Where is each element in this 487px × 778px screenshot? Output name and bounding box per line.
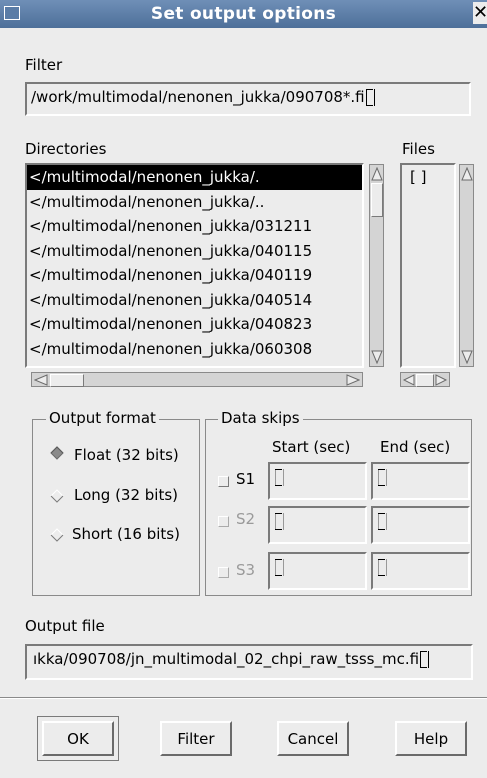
- scroll-down-icon[interactable]: [461, 350, 473, 364]
- output-file-input[interactable]: ıkka/090708/jn_multimodal_02_chpi_raw_ts…: [25, 644, 473, 680]
- files-hscroll-thumb[interactable]: [416, 374, 434, 387]
- radio-short-label[interactable]: Short (16 bits): [72, 525, 180, 543]
- cancel-button[interactable]: Cancel: [277, 721, 349, 756]
- directory-item[interactable]: </multimodal/nenonen_jukka/060308: [27, 337, 362, 362]
- s2-label: S2: [236, 510, 256, 528]
- s1-end-input[interactable]: [371, 462, 470, 500]
- directory-item[interactable]: </multimodal/nenonen_jukka/040119: [27, 263, 362, 288]
- file-item[interactable]: [ ]: [402, 165, 454, 190]
- text-cursor-icon: [275, 469, 284, 486]
- directory-item[interactable]: </multimodal/nenonen_jukka/.: [27, 165, 362, 190]
- text-cursor-icon: [420, 651, 430, 668]
- close-icon[interactable]: ✕: [473, 2, 487, 24]
- directories-label: Directories: [25, 140, 107, 158]
- text-cursor-icon: [378, 513, 387, 530]
- directory-item[interactable]: </multimodal/nenonen_jukka/031211: [27, 214, 362, 239]
- start-header: Start (sec): [272, 438, 351, 456]
- radio-icon[interactable]: [50, 528, 64, 542]
- text-cursor-icon: [378, 469, 387, 486]
- help-button[interactable]: Help: [395, 721, 467, 756]
- scroll-left-icon[interactable]: [34, 374, 48, 386]
- directories-hscrollbar[interactable]: [31, 372, 363, 387]
- filter-input[interactable]: /work/multimodal/nenonen_jukka/090708*.f…: [25, 82, 471, 116]
- files-list[interactable]: [ ]: [400, 163, 456, 368]
- output-file-label: Output file: [25, 617, 105, 635]
- output-file-value: ıkka/090708/jn_multimodal_02_chpi_raw_ts…: [33, 650, 420, 668]
- s2-checkbox[interactable]: [218, 516, 229, 527]
- text-cursor-icon: [378, 559, 387, 576]
- directories-vscroll-thumb[interactable]: [371, 183, 383, 217]
- s2-end-input[interactable]: [371, 506, 470, 544]
- scroll-right-icon[interactable]: [346, 374, 360, 386]
- s3-end-input[interactable]: [371, 552, 470, 590]
- filter-input-value: /work/multimodal/nenonen_jukka/090708*.f…: [31, 88, 365, 106]
- filter-label: Filter: [25, 56, 63, 74]
- directory-item[interactable]: </multimodal/nenonen_jukka/..: [27, 190, 362, 215]
- s1-label: S1: [236, 470, 256, 488]
- s3-start-input[interactable]: [268, 552, 367, 590]
- scroll-right-icon[interactable]: [435, 374, 447, 386]
- filter-button[interactable]: Filter: [160, 721, 232, 756]
- files-label: Files: [402, 140, 435, 158]
- text-cursor-icon: [275, 559, 284, 576]
- s2-start-input[interactable]: [268, 506, 367, 544]
- s3-label: S3: [236, 561, 256, 579]
- directories-list[interactable]: </multimodal/nenonen_jukka/. </multimoda…: [25, 163, 364, 368]
- scroll-up-icon[interactable]: [371, 167, 383, 181]
- text-cursor-icon: [275, 513, 284, 530]
- radio-float-label[interactable]: Float (32 bits): [74, 446, 179, 464]
- end-header: End (sec): [380, 438, 451, 456]
- scroll-up-icon[interactable]: [461, 167, 473, 181]
- ok-button[interactable]: OK: [42, 721, 114, 756]
- files-vscrollbar[interactable]: [459, 164, 474, 367]
- directory-item[interactable]: </multimodal/nenonen_jukka/040115: [27, 239, 362, 264]
- s1-checkbox[interactable]: [218, 476, 229, 487]
- files-hscrollbar[interactable]: [400, 372, 450, 387]
- radio-icon[interactable]: [50, 489, 64, 503]
- title-bar: Set output options ✕: [0, 0, 487, 28]
- scroll-down-icon[interactable]: [371, 350, 383, 364]
- directory-item[interactable]: </multimodal/nenonen_jukka/040514: [27, 288, 362, 313]
- s3-checkbox[interactable]: [218, 567, 229, 578]
- window-title: Set output options: [150, 4, 337, 24]
- directory-item[interactable]: </multimodal/nenonen_jukka/040823: [27, 312, 362, 337]
- directories-vscrollbar[interactable]: [369, 164, 384, 367]
- radio-selected-icon[interactable]: [50, 446, 64, 460]
- scroll-left-icon[interactable]: [403, 374, 415, 386]
- separator: [0, 697, 487, 699]
- s1-start-input[interactable]: [268, 462, 367, 500]
- data-skips-title: Data skips: [218, 409, 303, 427]
- directories-hscroll-thumb[interactable]: [50, 374, 84, 387]
- text-cursor-icon: [365, 89, 375, 106]
- radio-long-label[interactable]: Long (32 bits): [74, 486, 178, 504]
- output-format-title: Output format: [46, 409, 159, 427]
